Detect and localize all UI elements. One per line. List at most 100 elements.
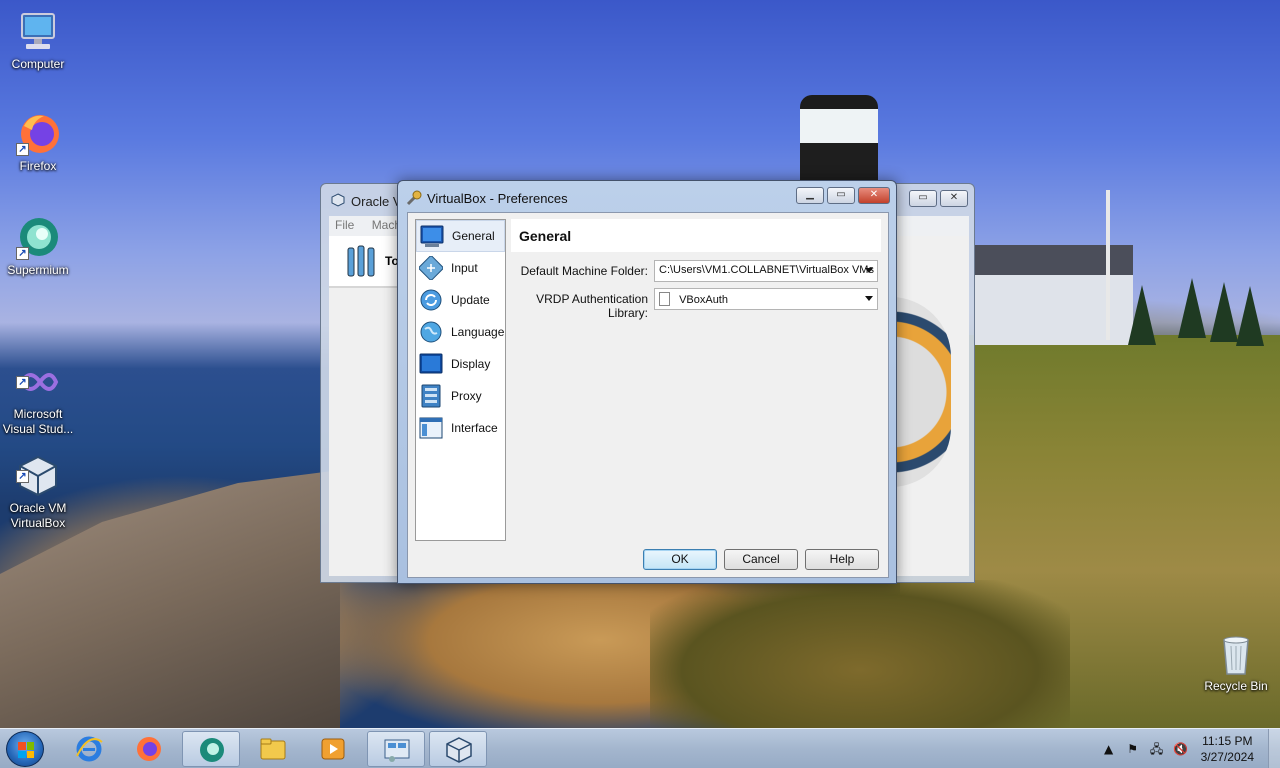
section-title: General (511, 219, 881, 252)
visual-studio-icon: ↗ (16, 345, 60, 391)
desktop-icon-label: Oracle VM VirtualBox (9, 501, 67, 530)
maximize-button[interactable]: ▭ (909, 190, 937, 207)
wallpaper-tree (1178, 278, 1206, 338)
wallpaper-bushes (650, 580, 1070, 730)
monitor-icon (419, 352, 443, 376)
virtualbox-icon (445, 737, 473, 763)
start-button[interactable] (6, 731, 44, 767)
cancel-button[interactable]: Cancel (724, 549, 798, 570)
wallpaper-flagpole (1106, 190, 1110, 340)
desktop-icon-recycle-bin[interactable]: Recycle Bin (1198, 632, 1274, 694)
nav-label: Input (451, 261, 478, 275)
close-button[interactable]: ✕ (858, 187, 890, 204)
virtualbox-icon (331, 193, 345, 207)
nav-label: General (452, 229, 495, 243)
globe-icon (419, 320, 443, 344)
close-button[interactable]: ✕ (940, 190, 968, 207)
help-button[interactable]: Help (805, 549, 879, 570)
clock-time: 11:15 PM (1202, 734, 1253, 748)
wallpaper-lighthouse (800, 95, 878, 185)
proxy-server-icon (419, 384, 443, 408)
file-icon (659, 292, 670, 306)
machine-folder-label: Default Machine Folder: (520, 264, 648, 278)
desktop-icon-firefox[interactable]: ↗ Firefox (0, 112, 76, 174)
nav-item-interface[interactable]: Interface (416, 412, 505, 444)
nav-item-proxy[interactable]: Proxy (416, 380, 505, 412)
firefox-icon: ↗ (16, 112, 60, 156)
recycle-bin-icon (1214, 632, 1258, 676)
windows-logo-icon (18, 742, 34, 758)
desktop-icon-computer[interactable]: Computer (0, 10, 76, 72)
taskbar-control-panel[interactable] (367, 731, 425, 767)
virtualbox-logo (891, 297, 951, 487)
machine-folder-combo[interactable]: C:\Users\VM1.COLLABNET\VirtualBox VMs (654, 260, 878, 282)
wallpaper-tree (1128, 285, 1156, 345)
folder-icon (259, 736, 287, 762)
nav-item-update[interactable]: Update (416, 284, 505, 316)
action-center-flag-icon[interactable]: ⚑ (1125, 741, 1141, 757)
taskbar-firefox[interactable] (120, 731, 178, 767)
taskbar-supermium[interactable] (182, 731, 240, 767)
keyboard-icon (418, 255, 444, 281)
taskbar-file-explorer[interactable] (244, 731, 302, 767)
nav-label: Language (451, 325, 505, 339)
nav-label: Interface (451, 421, 498, 435)
chevron-down-icon[interactable] (865, 296, 873, 301)
taskbar-media-player[interactable] (304, 731, 362, 767)
nav-label: Update (451, 293, 490, 307)
desktop-icon-label: Recycle Bin (1204, 679, 1268, 693)
preferences-dialog[interactable]: VirtualBox - Preferences ▁ ▭ ✕ General I… (397, 180, 897, 584)
nav-item-general[interactable]: General (416, 220, 505, 252)
firefox-icon (135, 736, 163, 762)
minimize-button[interactable]: ▁ (796, 187, 824, 204)
general-icon (420, 224, 444, 248)
wallpaper-tree (1210, 282, 1238, 342)
chevron-down-icon[interactable] (865, 268, 873, 273)
system-tray: ▲ ⚑ 🖧 🔇 11:15 PM 3/27/2024 (1101, 729, 1280, 768)
internet-explorer-icon (75, 736, 103, 762)
computer-icon (16, 10, 60, 54)
menu-file[interactable]: File (335, 218, 354, 232)
nav-item-input[interactable]: Input (416, 252, 505, 284)
desktop-icon-label: Supermium (7, 263, 69, 277)
control-panel-icon (383, 737, 411, 763)
dialog-client-area: General Input Update Language Display Pr… (407, 212, 889, 578)
machine-folder-value: C:\Users\VM1.COLLABNET\VirtualBox VMs (659, 264, 874, 276)
taskbar-virtualbox[interactable] (429, 731, 487, 767)
shortcut-arrow-icon: ↗ (16, 376, 29, 389)
ok-button[interactable]: OK (643, 549, 717, 570)
clock-date: 3/27/2024 (1200, 750, 1254, 764)
shortcut-arrow-icon: ↗ (16, 470, 29, 483)
vrdp-library-value: VBoxAuth (679, 294, 728, 306)
show-hidden-icons-chevron-icon[interactable]: ▲ (1101, 741, 1117, 757)
supermium-icon (198, 737, 226, 763)
dialog-window-controls: ▁ ▭ ✕ (796, 187, 890, 204)
vrdp-library-combo[interactable]: VBoxAuth (654, 288, 878, 310)
desktop-icon-label: Computer (11, 57, 65, 71)
nav-item-display[interactable]: Display (416, 348, 505, 380)
update-icon (419, 288, 443, 312)
shortcut-arrow-icon: ↗ (16, 247, 29, 260)
taskbar: ▲ ⚑ 🖧 🔇 11:15 PM 3/27/2024 (0, 728, 1280, 768)
dialog-title: VirtualBox - Preferences (427, 190, 568, 206)
clock[interactable]: 11:15 PM 3/27/2024 (1201, 733, 1254, 765)
show-desktop-button[interactable] (1268, 729, 1280, 768)
nav-label: Proxy (451, 389, 482, 403)
media-player-icon (319, 736, 347, 762)
preferences-wrench-icon (406, 190, 422, 206)
settings-nav-list: General Input Update Language Display Pr… (415, 219, 506, 541)
interface-icon (419, 416, 443, 440)
network-icon[interactable]: 🖧 (1149, 741, 1165, 757)
volume-muted-icon[interactable]: 🔇 (1173, 741, 1189, 757)
desktop-icon-virtualbox[interactable]: ↗ Oracle VM VirtualBox (0, 424, 76, 546)
nav-item-language[interactable]: Language (416, 316, 505, 348)
shortcut-arrow-icon: ↗ (16, 143, 29, 156)
desktop-icon-supermium[interactable]: ↗ Supermium (0, 216, 76, 278)
taskbar-internet-explorer[interactable] (60, 731, 118, 767)
manager-window-controls: ▭ ✕ (909, 190, 968, 207)
supermium-icon: ↗ (16, 216, 60, 260)
virtualbox-icon: ↗ (16, 439, 60, 497)
tools-icon (345, 244, 377, 278)
desktop-icon-label: Firefox (19, 159, 57, 173)
maximize-button[interactable]: ▭ (827, 187, 855, 204)
